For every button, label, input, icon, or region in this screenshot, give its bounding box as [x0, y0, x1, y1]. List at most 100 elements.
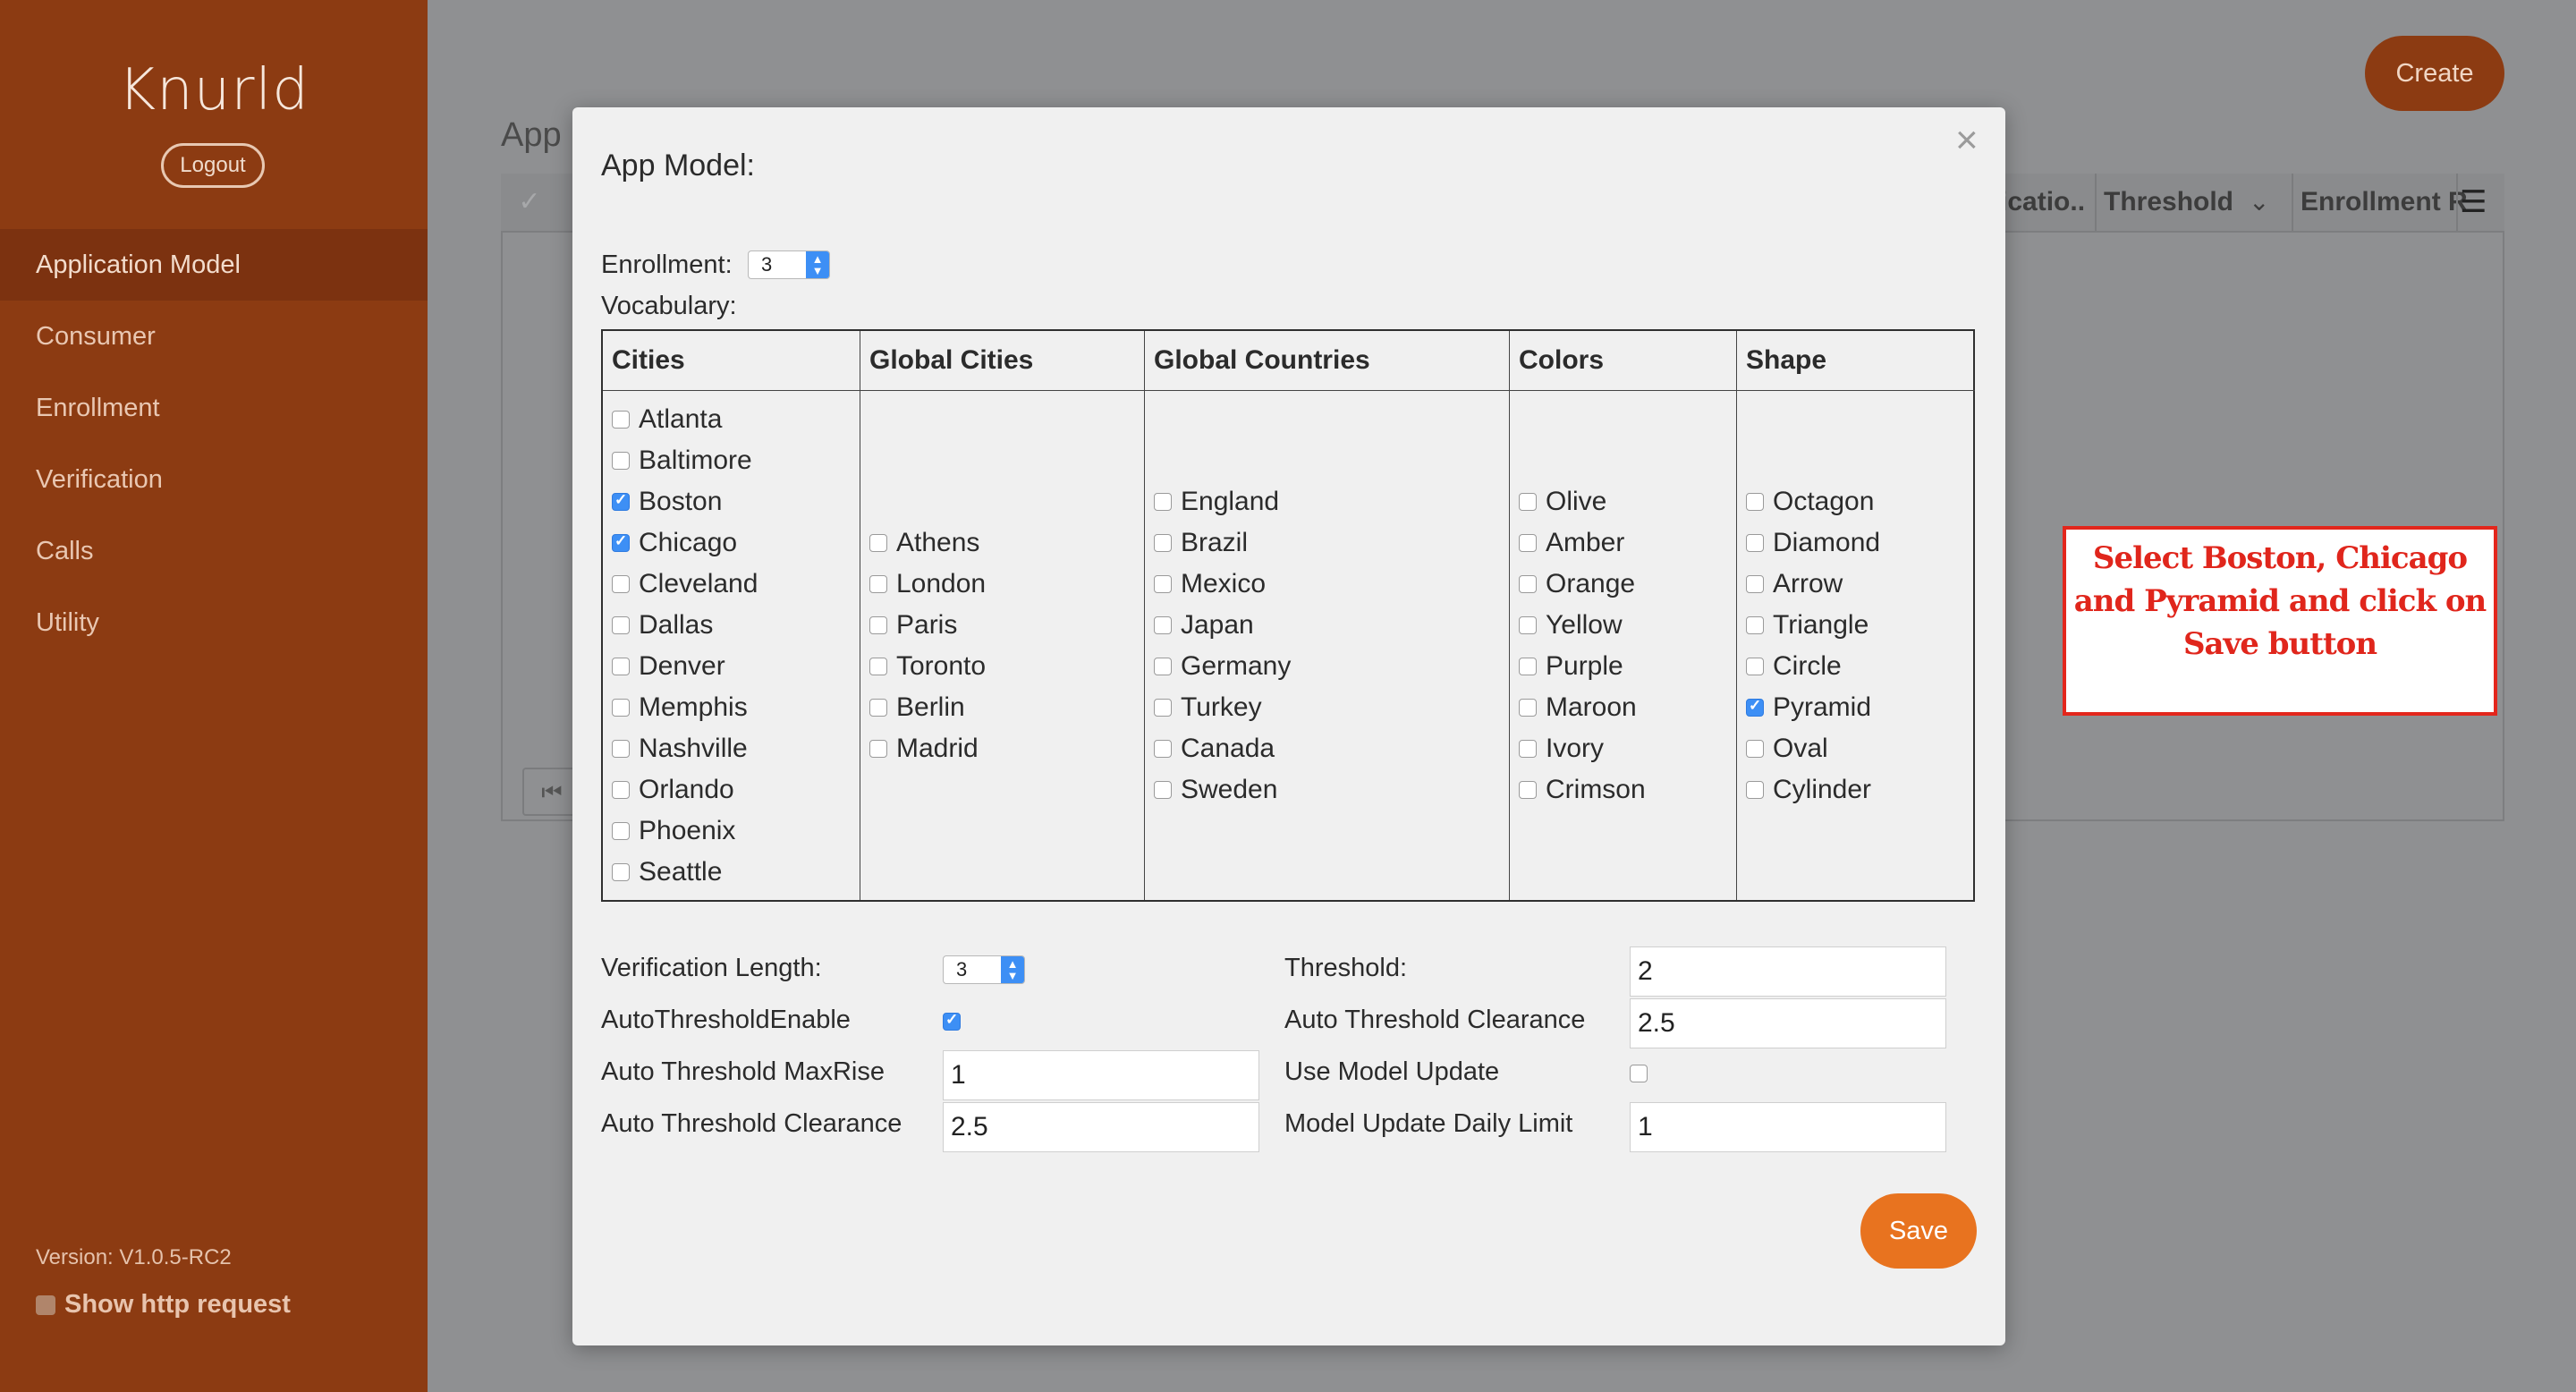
vocab-checkbox-nashville[interactable]	[612, 740, 630, 758]
column-header-threshold[interactable]: Threshold	[2104, 174, 2233, 231]
vocab-checkbox-athens[interactable]	[869, 534, 887, 552]
vocab-checkbox-orlando[interactable]	[612, 781, 630, 799]
vocab-checkbox-purple[interactable]	[1519, 658, 1537, 675]
close-icon[interactable]: ×	[1955, 118, 1979, 163]
auto-threshold-clearance-right-field[interactable]: 2.5	[1630, 998, 1946, 1048]
auto-threshold-clearance-field[interactable]: 2.5	[943, 1102, 1259, 1152]
vocab-checkbox-pyramid[interactable]	[1746, 697, 1764, 717]
vocab-checkbox-brazil[interactable]	[1154, 534, 1172, 552]
vocab-option-london[interactable]: London	[869, 564, 986, 605]
vocab-checkbox-madrid[interactable]	[869, 740, 887, 758]
auto-threshold-enable-checkbox[interactable]	[943, 1011, 961, 1031]
vocab-option-athens[interactable]: Athens	[869, 522, 979, 564]
verification-length-stepper[interactable]: 3 ▲ ▼	[943, 955, 1025, 984]
vocab-option-nashville[interactable]: Nashville	[612, 728, 748, 769]
vocab-option-mexico[interactable]: Mexico	[1154, 564, 1266, 605]
vocab-checkbox-germany[interactable]	[1154, 658, 1172, 675]
vocab-option-pyramid[interactable]: Pyramid	[1746, 687, 1871, 728]
vocab-option-orange[interactable]: Orange	[1519, 564, 1635, 605]
vocab-checkbox-circle[interactable]	[1746, 658, 1764, 675]
vocab-checkbox-octagon[interactable]	[1746, 493, 1764, 511]
vocab-option-orlando[interactable]: Orlando	[612, 769, 734, 811]
vocab-checkbox-memphis[interactable]	[612, 699, 630, 717]
vocab-option-cleveland[interactable]: Cleveland	[612, 564, 758, 605]
vocab-option-japan[interactable]: Japan	[1154, 605, 1254, 646]
model-update-daily-limit-field[interactable]: 1	[1630, 1102, 1946, 1152]
vocab-checkbox-turkey[interactable]	[1154, 699, 1172, 717]
vocab-checkbox-atlanta[interactable]	[612, 411, 630, 429]
vocab-checkbox-england[interactable]	[1154, 493, 1172, 511]
vocab-checkbox-diamond[interactable]	[1746, 534, 1764, 552]
chevron-down-icon[interactable]: ⌄	[2249, 174, 2269, 231]
vocab-checkbox-arrow[interactable]	[1746, 575, 1764, 593]
vocab-checkbox-dallas[interactable]	[612, 616, 630, 634]
vocab-option-cylinder[interactable]: Cylinder	[1746, 769, 1871, 811]
vocab-checkbox-yellow[interactable]	[1519, 616, 1537, 634]
column-menu-icon[interactable]: ☰	[2460, 174, 2487, 231]
vocab-option-memphis[interactable]: Memphis	[612, 687, 748, 728]
vocab-option-denver[interactable]: Denver	[612, 646, 725, 687]
vocab-checkbox-olive[interactable]	[1519, 493, 1537, 511]
sidebar-item-application-model[interactable]: Application Model	[0, 229, 428, 301]
vocab-option-toronto[interactable]: Toronto	[869, 646, 986, 687]
vocab-checkbox-chicago[interactable]	[612, 532, 630, 552]
vocab-option-canada[interactable]: Canada	[1154, 728, 1275, 769]
vocab-option-chicago[interactable]: Chicago	[612, 522, 737, 564]
logout-button[interactable]: Logout	[161, 143, 265, 188]
sidebar-item-verification[interactable]: Verification	[0, 444, 428, 515]
vocab-checkbox-maroon[interactable]	[1519, 699, 1537, 717]
stepper-arrows-icon[interactable]: ▲ ▼	[806, 251, 829, 278]
vocab-option-amber[interactable]: Amber	[1519, 522, 1624, 564]
create-button[interactable]: Create	[2365, 36, 2504, 111]
vocab-checkbox-ivory[interactable]	[1519, 740, 1537, 758]
vocab-option-purple[interactable]: Purple	[1519, 646, 1623, 687]
vocab-option-baltimore[interactable]: Baltimore	[612, 440, 752, 481]
vocab-option-madrid[interactable]: Madrid	[869, 728, 979, 769]
vocab-option-octagon[interactable]: Octagon	[1746, 481, 1874, 522]
vocab-option-berlin[interactable]: Berlin	[869, 687, 965, 728]
vocab-option-olive[interactable]: Olive	[1519, 481, 1606, 522]
vocab-option-brazil[interactable]: Brazil	[1154, 522, 1248, 564]
vocab-option-paris[interactable]: Paris	[869, 605, 957, 646]
vocab-option-ivory[interactable]: Ivory	[1519, 728, 1604, 769]
vocab-checkbox-cleveland[interactable]	[612, 575, 630, 593]
vocab-checkbox-japan[interactable]	[1154, 616, 1172, 634]
sidebar-item-enrollment[interactable]: Enrollment	[0, 372, 428, 444]
vocab-option-germany[interactable]: Germany	[1154, 646, 1291, 687]
vocab-option-turkey[interactable]: Turkey	[1154, 687, 1262, 728]
sidebar-item-calls[interactable]: Calls	[0, 515, 428, 587]
vocab-option-oval[interactable]: Oval	[1746, 728, 1828, 769]
vocab-checkbox-oval[interactable]	[1746, 740, 1764, 758]
vocab-option-seattle[interactable]: Seattle	[612, 852, 722, 893]
enrollment-stepper[interactable]: 3 ▲ ▼	[748, 250, 830, 279]
threshold-field[interactable]: 2	[1630, 946, 1946, 997]
vocab-checkbox-amber[interactable]	[1519, 534, 1537, 552]
vocab-checkbox-mexico[interactable]	[1154, 575, 1172, 593]
vocab-checkbox-phoenix[interactable]	[612, 822, 630, 840]
vocab-option-england[interactable]: England	[1154, 481, 1279, 522]
vocab-checkbox-sweden[interactable]	[1154, 781, 1172, 799]
vocab-checkbox-canada[interactable]	[1154, 740, 1172, 758]
vocab-option-phoenix[interactable]: Phoenix	[612, 811, 735, 852]
vocab-option-triangle[interactable]: Triangle	[1746, 605, 1868, 646]
vocab-checkbox-berlin[interactable]	[869, 699, 887, 717]
vocab-checkbox-triangle[interactable]	[1746, 616, 1764, 634]
vocab-checkbox-boston[interactable]	[612, 491, 630, 511]
vocab-option-dallas[interactable]: Dallas	[612, 605, 713, 646]
stepper-arrows-icon[interactable]: ▲ ▼	[1001, 956, 1024, 983]
vocab-checkbox-london[interactable]	[869, 575, 887, 593]
vocab-checkbox-paris[interactable]	[869, 616, 887, 634]
sidebar-item-consumer[interactable]: Consumer	[0, 301, 428, 372]
vocab-checkbox-denver[interactable]	[612, 658, 630, 675]
vocab-option-boston[interactable]: Boston	[612, 481, 722, 522]
vocab-checkbox-baltimore[interactable]	[612, 452, 630, 470]
vocab-option-circle[interactable]: Circle	[1746, 646, 1842, 687]
use-model-update-checkbox[interactable]	[1630, 1065, 1648, 1082]
save-button[interactable]: Save	[1860, 1193, 1977, 1269]
vocab-option-diamond[interactable]: Diamond	[1746, 522, 1880, 564]
column-header-verification[interactable]: icatio..	[2000, 174, 2085, 231]
vocab-checkbox-toronto[interactable]	[869, 658, 887, 675]
select-all-checkbox[interactable]: ✓	[506, 179, 553, 225]
vocab-checkbox-crimson[interactable]	[1519, 781, 1537, 799]
vocab-checkbox-seattle[interactable]	[612, 863, 630, 881]
